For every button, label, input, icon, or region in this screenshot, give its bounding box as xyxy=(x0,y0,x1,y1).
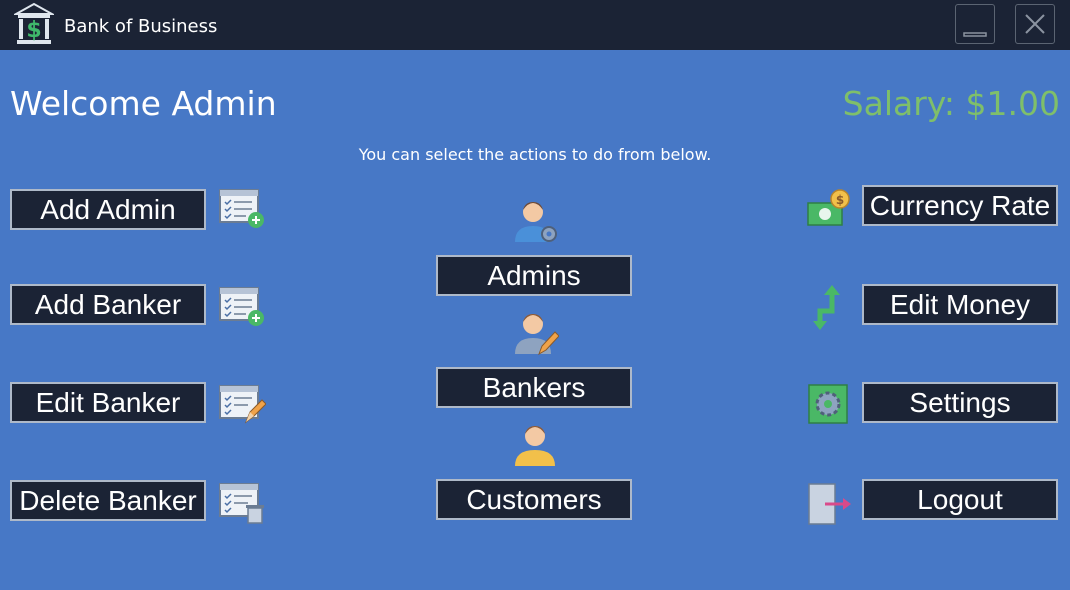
logout-button[interactable]: Logout xyxy=(862,479,1058,520)
checklist-delete-icon xyxy=(219,483,264,524)
add-admin-button[interactable]: Add Admin xyxy=(10,189,206,230)
customer-user-icon xyxy=(515,426,555,466)
bank-dollar-icon: $ xyxy=(14,2,54,44)
banker-user-pencil-icon xyxy=(515,314,559,356)
edit-money-button[interactable]: Edit Money xyxy=(862,284,1058,325)
currency-rate-button[interactable]: Currency Rate xyxy=(862,185,1058,226)
money-coin-icon: $ xyxy=(807,189,850,226)
minimize-icon xyxy=(963,32,987,37)
admins-button[interactable]: Admins xyxy=(436,255,632,296)
transfer-arrows-icon xyxy=(813,285,840,330)
svg-text:$: $ xyxy=(26,18,41,43)
title-bar: $ Bank of Business xyxy=(0,0,1070,50)
add-banker-button[interactable]: Add Banker xyxy=(10,284,206,325)
settings-button[interactable]: Settings xyxy=(862,382,1058,423)
checklist-add-icon xyxy=(219,287,264,326)
customers-button[interactable]: Customers xyxy=(436,479,632,520)
delete-banker-button[interactable]: Delete Banker xyxy=(10,480,206,521)
bankers-button[interactable]: Bankers xyxy=(436,367,632,408)
checklist-add-icon xyxy=(219,189,264,228)
minimize-button[interactable] xyxy=(955,4,995,44)
close-button[interactable] xyxy=(1015,4,1055,44)
svg-text:$: $ xyxy=(836,193,844,207)
welcome-heading: Welcome Admin xyxy=(10,84,277,123)
edit-banker-button[interactable]: Edit Banker xyxy=(10,382,206,423)
settings-gear-icon xyxy=(808,384,848,424)
logout-door-icon xyxy=(808,483,851,525)
app-title: Bank of Business xyxy=(64,16,218,37)
admin-user-gear-icon xyxy=(515,202,557,242)
salary-display: Salary: $1.00 xyxy=(842,84,1060,123)
instructions-text: You can select the actions to do from be… xyxy=(358,145,712,164)
close-icon xyxy=(1025,14,1045,34)
checklist-edit-icon xyxy=(219,385,266,424)
